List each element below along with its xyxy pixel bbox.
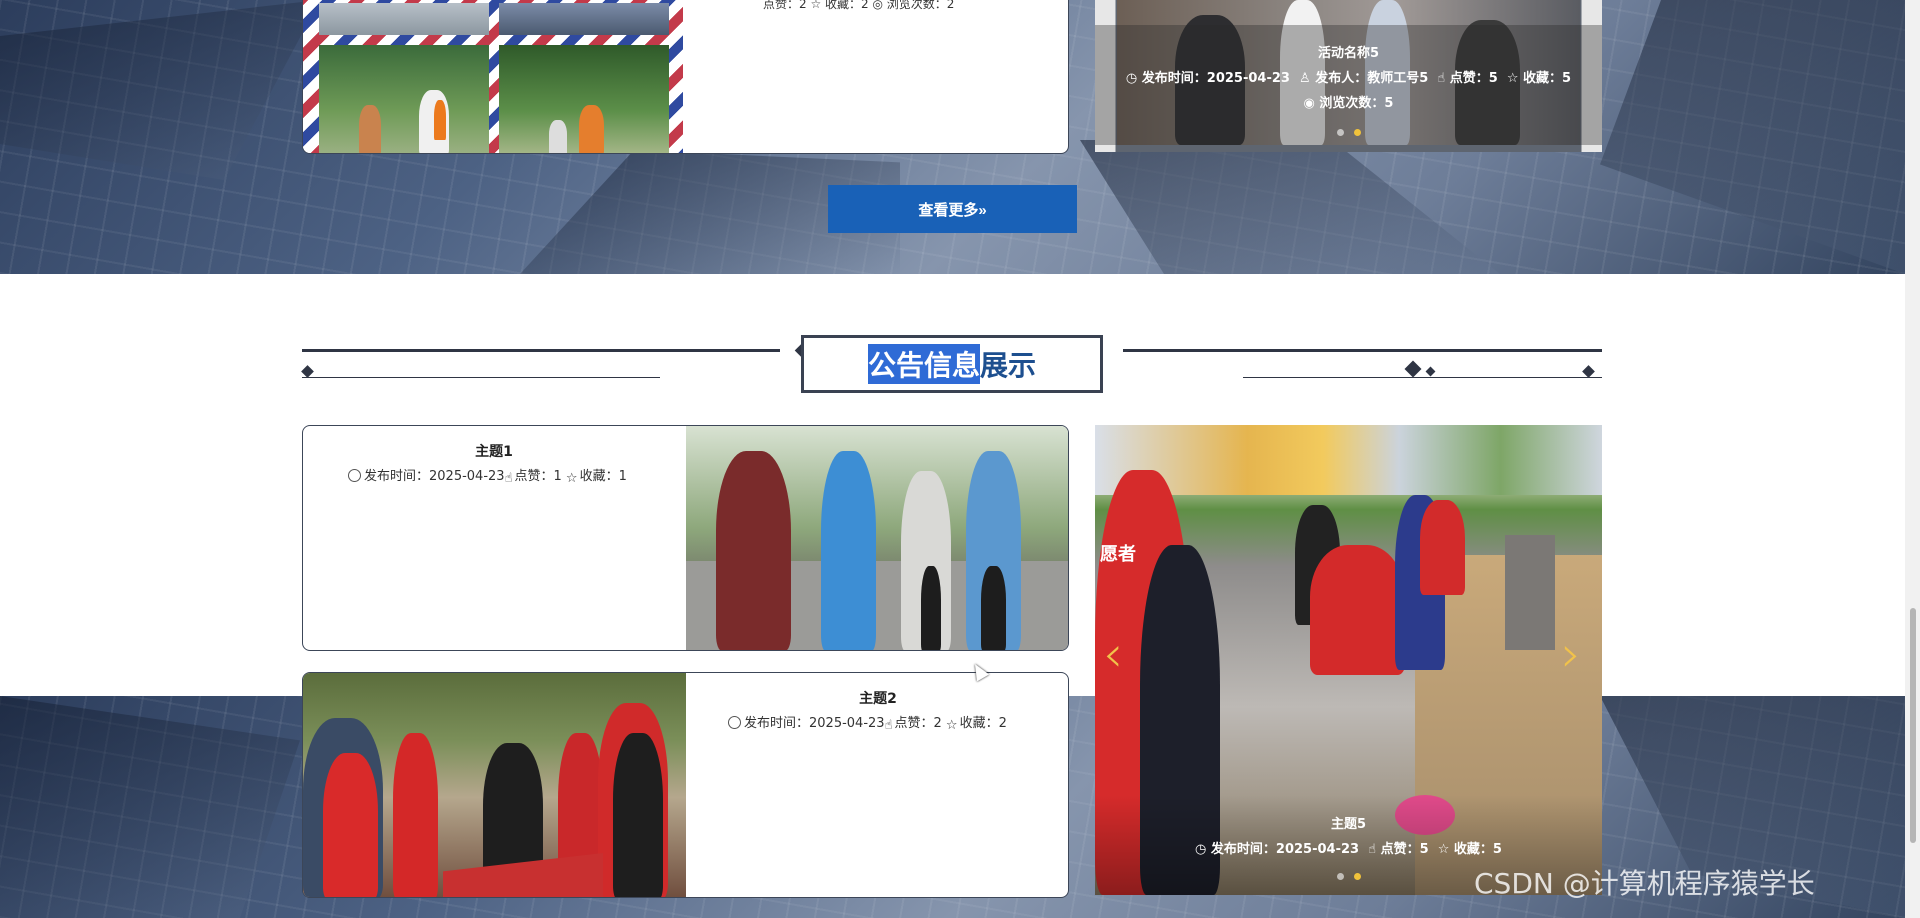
notice-favorites: 收藏：2 bbox=[959, 716, 1007, 731]
notice-title: 主题1 bbox=[475, 444, 513, 460]
watermark: CSDN @计算机程序猿学长 bbox=[1474, 867, 1815, 900]
activity-photo-collage bbox=[303, 0, 683, 153]
heading-line-left-top bbox=[302, 349, 780, 352]
carousel-dot-active[interactable] bbox=[1354, 129, 1361, 136]
notice-carousel-likes: 点赞：5 bbox=[1380, 842, 1429, 857]
notice-carousel-time: 发布时间：2025-04-23 bbox=[1210, 842, 1360, 857]
clock-icon bbox=[728, 716, 741, 729]
thumb-icon: ☝ bbox=[884, 718, 893, 733]
notice-card[interactable]: 主题2 发布时间：2025-04-23☝ 点赞：2 ☆ 收藏：2 bbox=[302, 672, 1069, 898]
view-more-button[interactable]: 查看更多» bbox=[828, 185, 1077, 233]
notice-carousel[interactable]: 愿者 ‹ › 主题5 ◷ 发布时间：2025-04-23 ☝ 点赞：5 ☆ 收藏… bbox=[1095, 425, 1602, 895]
activity-carousel-title: 活动名称5 bbox=[1317, 46, 1380, 61]
notice-likes: 点赞：1 bbox=[514, 469, 562, 484]
heading-line-left-bottom bbox=[302, 377, 660, 378]
carousel-dot-active[interactable] bbox=[1354, 873, 1361, 880]
notice-time: 发布时间：2025-04-23 bbox=[364, 469, 505, 484]
activity-carousel-publisher: 发布人：教师工号5 bbox=[1315, 71, 1429, 86]
eye-icon: ◉ bbox=[1303, 96, 1315, 111]
thumb-icon: ☝ bbox=[1368, 842, 1377, 857]
activity-carousel-favorites: 收藏：5 bbox=[1523, 71, 1572, 86]
notice-carousel-dots bbox=[1337, 873, 1361, 880]
notice-photo bbox=[303, 673, 686, 897]
diamond-deco bbox=[301, 365, 314, 378]
section-heading-highlight: 公告信息 bbox=[867, 344, 980, 384]
scrollbar-thumb[interactable] bbox=[1910, 608, 1916, 843]
notice-title: 主题2 bbox=[859, 691, 897, 707]
notice-favorites: 收藏：1 bbox=[579, 469, 627, 484]
section-heading-rest: 展示 bbox=[980, 349, 1037, 382]
notice-photo bbox=[686, 426, 1068, 650]
star-icon: ☆ bbox=[1506, 71, 1519, 86]
activity-carousel[interactable]: 活动名称5 ◷ 发布时间：2025-04-23 ♙ 发布人：教师工号5 ☝ 点赞… bbox=[1095, 0, 1602, 152]
carousel-next-arrow[interactable]: › bbox=[1561, 625, 1581, 683]
heading-line-right-bottom bbox=[1243, 377, 1602, 378]
star-icon: ☆ bbox=[1437, 842, 1450, 857]
activity-card-meta: 点赞：2 ☆ 收藏：2 ◎ 浏览次数：2 bbox=[763, 0, 955, 11]
notice-carousel-title: 主题5 bbox=[1330, 817, 1367, 832]
notice-likes: 点赞：2 bbox=[894, 716, 942, 731]
diamond-deco bbox=[1425, 366, 1436, 377]
thumb-icon: ☝ bbox=[1437, 71, 1446, 86]
diamond-deco bbox=[1404, 360, 1422, 378]
vest-text: 愿者 bbox=[1100, 544, 1136, 565]
clock-icon: ◷ bbox=[1125, 71, 1138, 86]
clock-icon: ◷ bbox=[1195, 842, 1207, 857]
clock-icon bbox=[348, 469, 361, 482]
star-icon: ☆ bbox=[565, 471, 578, 486]
activity-carousel-dots bbox=[1337, 129, 1361, 136]
carousel-dot[interactable] bbox=[1337, 129, 1344, 136]
activity-carousel-caption: 活动名称5 ◷ 发布时间：2025-04-23 ♙ 发布人：教师工号5 ☝ 点赞… bbox=[1095, 42, 1602, 111]
section-heading: 公告信息 展示 bbox=[801, 335, 1103, 393]
user-icon: ♙ bbox=[1299, 71, 1311, 86]
page: 点赞：2 ☆ 收藏：2 ◎ 浏览次数：2 活动名称5 ◷ 发布时间：2025-0… bbox=[0, 0, 1920, 918]
heading-line-right-top bbox=[1123, 349, 1602, 352]
star-icon: ☆ bbox=[945, 718, 958, 733]
notice-meta: 发布时间：2025-04-23☝ 点赞：1 ☆ 收藏：1 bbox=[348, 465, 627, 486]
activity-carousel-views: 浏览次数：5 bbox=[1319, 96, 1394, 111]
notice-carousel-favorites: 收藏：5 bbox=[1453, 842, 1502, 857]
activity-carousel-time: 发布时间：2025-04-23 bbox=[1141, 71, 1290, 86]
notice-carousel-caption: 主题5 ◷ 发布时间：2025-04-23 ☝ 点赞：5 ☆ 收藏：5 bbox=[1095, 813, 1602, 857]
diamond-deco bbox=[1582, 365, 1595, 378]
notice-card[interactable]: 主题1 发布时间：2025-04-23☝ 点赞：1 ☆ 收藏：1 bbox=[302, 425, 1069, 651]
carousel-dot[interactable] bbox=[1337, 873, 1344, 880]
thumb-icon: ☝ bbox=[504, 471, 513, 486]
activity-carousel-likes: 点赞：5 bbox=[1449, 71, 1498, 86]
notice-meta: 发布时间：2025-04-23☝ 点赞：2 ☆ 收藏：2 bbox=[728, 712, 1007, 733]
carousel-prev-arrow[interactable]: ‹ bbox=[1103, 625, 1123, 683]
activity-card[interactable]: 点赞：2 ☆ 收藏：2 ◎ 浏览次数：2 bbox=[302, 0, 1069, 154]
notice-time: 发布时间：2025-04-23 bbox=[744, 716, 885, 731]
